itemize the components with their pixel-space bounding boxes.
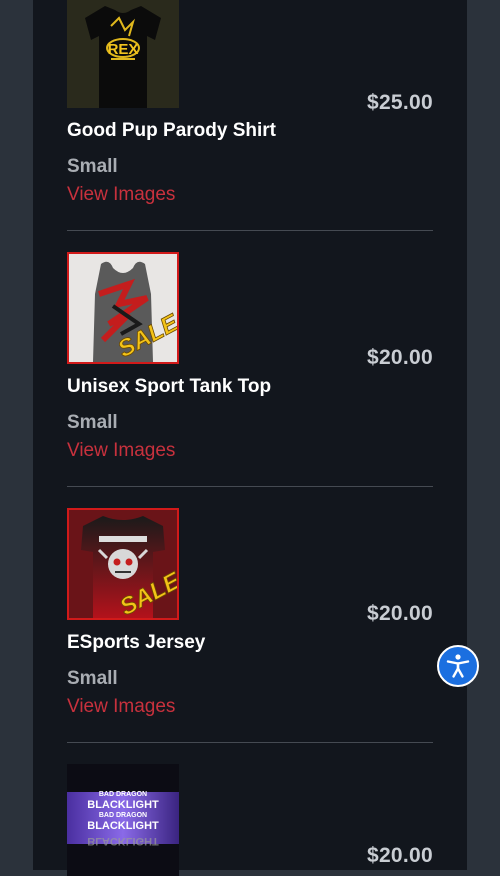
product-line-text: BLACKLIGHT	[87, 799, 159, 811]
view-images-link[interactable]: View Images	[67, 440, 175, 462]
page: REX $25.00 Good Pup Parody Shirt Small V…	[0, 0, 500, 876]
item-size: Small	[67, 412, 118, 433]
product-thumbnail[interactable]: SALE	[67, 508, 179, 620]
shirt-logo-text: REX	[108, 41, 139, 58]
accessibility-button[interactable]	[437, 645, 479, 687]
product-thumbnail[interactable]: BAD DRAGON BLACKLIGHT BAD DRAGON BLACKLI…	[67, 764, 179, 876]
item-price: $20.00	[366, 602, 433, 625]
item-name: ESports Jersey	[67, 632, 206, 653]
item-name: Unisex Sport Tank Top	[67, 376, 272, 397]
item-price: $20.00	[366, 346, 433, 369]
item-divider	[67, 742, 433, 743]
item-name: Good Pup Parody Shirt	[67, 120, 277, 141]
item-price: $20.00	[366, 844, 433, 867]
jersey-image: SALE	[69, 510, 177, 618]
item-price: $25.00	[366, 91, 433, 114]
cart-item-sport-tank-top: SALE $20.00 Unisex Sport Tank Top Small …	[67, 252, 433, 486]
item-size: Small	[67, 156, 118, 177]
blacklight-image: BAD DRAGON BLACKLIGHT BAD DRAGON BLACKLI…	[67, 764, 179, 876]
accessibility-person-icon	[446, 654, 470, 678]
product-line-text: BLACKLIGHT	[87, 820, 159, 832]
shirt-image: REX	[67, 0, 179, 108]
view-images-link[interactable]: View Images	[67, 696, 175, 718]
product-thumbnail[interactable]: SALE	[67, 252, 179, 364]
cart-item-blacklight: BAD DRAGON BLACKLIGHT BAD DRAGON BLACKLI…	[67, 764, 433, 876]
tank-top-image: SALE	[69, 254, 177, 362]
cart-panel: REX $25.00 Good Pup Parody Shirt Small V…	[33, 0, 467, 876]
brand-text: BAD DRAGON	[99, 791, 147, 798]
item-divider	[67, 230, 433, 231]
item-size: Small	[67, 668, 118, 689]
view-images-link[interactable]: View Images	[67, 184, 175, 206]
item-divider	[67, 486, 433, 487]
brand-text: BAD DRAGON	[99, 812, 147, 819]
cart-item-esports-jersey: SALE $20.00 ESports Jersey Small View Im…	[67, 508, 433, 742]
cart-item-good-pup-shirt: REX $25.00 Good Pup Parody Shirt Small V…	[67, 0, 433, 230]
reflection-text: BLACKLIGHT	[87, 835, 159, 847]
product-thumbnail[interactable]: REX	[67, 0, 179, 108]
